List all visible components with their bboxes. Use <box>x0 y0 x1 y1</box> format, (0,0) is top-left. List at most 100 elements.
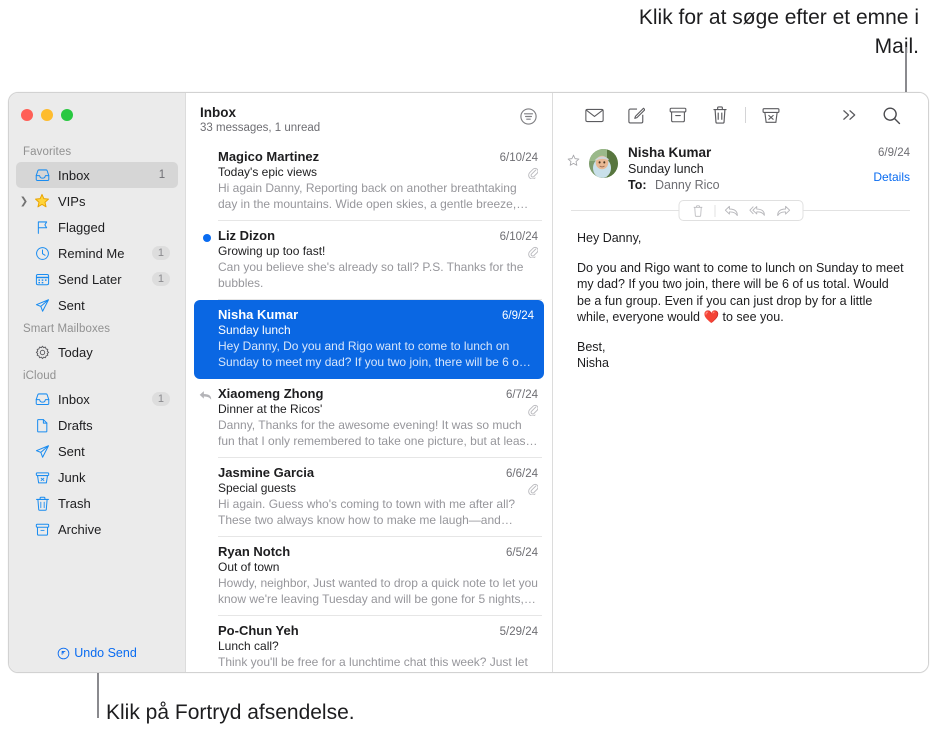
forward-icon[interactable] <box>771 201 795 220</box>
to-label: To: <box>628 178 647 192</box>
sidebar-item-archive[interactable]: Archive <box>16 516 178 542</box>
sidebar-item-junk[interactable]: Junk <box>16 464 178 490</box>
message-list-item[interactable]: Po-Chun Yeh 5/29/24 Lunch call? Think yo… <box>186 616 552 672</box>
message-sender: Nisha Kumar <box>218 307 299 322</box>
zoom-button[interactable] <box>61 109 73 121</box>
undo-arrow-icon <box>57 647 70 660</box>
message-preview: Howdy, neighbor, Just wanted to drop a q… <box>218 576 538 606</box>
attachment-icon <box>527 403 538 416</box>
callout-undo-send-text: Klik på Fortryd afsendelse. <box>106 701 355 724</box>
message-sender: Jasmine Garcia <box>218 465 315 480</box>
sidebar-section-heading: iCloud <box>23 370 57 382</box>
chevron-right-icon[interactable]: ❯ <box>18 196 30 207</box>
message-preview: Can you believe she's already so tall? P… <box>218 260 524 290</box>
gear-icon <box>32 345 52 360</box>
mailbox-title: Inbox <box>200 105 236 120</box>
message-sender: Xiaomeng Zhong <box>218 386 324 401</box>
undo-send-label: Undo Send <box>74 646 137 660</box>
message-body: Hey Danny, Do you and Rigo want to come … <box>553 220 928 372</box>
sidebar-item-label: Today <box>58 344 93 360</box>
message-list-item[interactable]: Magico Martinez 6/10/24 Today's epic vie… <box>186 142 552 221</box>
junk-icon[interactable] <box>750 102 792 128</box>
body-signature: Best, Nisha <box>577 339 906 372</box>
message-preview: Hey Danny, Do you and Rigo want to come … <box>218 339 523 369</box>
sidebar-item-flagged[interactable]: Flagged <box>16 214 178 240</box>
reply-all-icon[interactable] <box>745 201 769 220</box>
star-outline-icon[interactable] <box>567 145 587 172</box>
message-list-item[interactable]: Liz Dizon 6/10/24 Growing up too fast! C… <box>186 221 552 300</box>
body-paragraph: Do you and Rigo want to come to lunch on… <box>577 260 906 326</box>
sidebar-sections: Favorites Inbox 1 ❯ VIPs Flagged Remind Me 1 Sen… <box>9 133 185 646</box>
toolbar-divider <box>745 107 746 123</box>
sidebar-section-heading: Favorites <box>23 146 72 158</box>
quick-actions-pill <box>678 200 803 221</box>
sidebar-item-drafts[interactable]: Drafts <box>16 412 178 438</box>
sidebar: Favorites Inbox 1 ❯ VIPs Flagged Remind Me 1 Sen… <box>9 93 185 672</box>
message-date: 5/29/24 <box>499 626 538 638</box>
message-preview: Think you'll be free for a lunchtime cha… <box>218 655 535 672</box>
window-controls <box>9 93 185 133</box>
attachment-icon <box>527 166 538 179</box>
sidebar-section-heading: Smart Mailboxes <box>23 323 111 335</box>
mail-window: Favorites Inbox 1 ❯ VIPs Flagged Remind Me 1 Sen… <box>8 92 929 673</box>
mark-unread-icon[interactable] <box>573 102 615 128</box>
archive-icon[interactable] <box>657 102 699 128</box>
attachment-icon <box>527 482 538 495</box>
compose-icon[interactable] <box>615 102 657 128</box>
sidebar-item-label: Trash <box>58 495 91 511</box>
message-subject: Lunch call? <box>218 639 279 653</box>
sidebar-item-label: VIPs <box>58 193 86 209</box>
reply-icon[interactable] <box>719 201 743 220</box>
trash-icon <box>32 496 52 511</box>
message-list-item[interactable]: Ryan Notch 6/5/24 Out of town Howdy, nei… <box>186 537 552 616</box>
sidebar-item-remind-me[interactable]: Remind Me 1 <box>16 240 178 266</box>
sidebar-item-count: 1 <box>151 392 170 406</box>
message-subject: Growing up too fast! <box>218 244 326 258</box>
search-icon[interactable] <box>870 102 912 128</box>
callout-search-text: Klik for at søge efter et emne i Mail. <box>638 6 919 58</box>
sidebar-item-sent[interactable]: Sent <box>16 292 178 318</box>
message-preview: Hi again Danny, Reporting back on anothe… <box>218 181 517 211</box>
minimize-button[interactable] <box>41 109 53 121</box>
star-icon <box>32 193 52 209</box>
archive-box-icon <box>32 522 52 537</box>
message-list-item[interactable]: Jasmine Garcia 6/6/24 Special guests Hi … <box>186 458 552 537</box>
message-header: Nisha Kumar Sunday lunch To: Danny Rico … <box>553 137 928 194</box>
clock-icon <box>32 246 52 261</box>
message-date: 6/9/24 <box>878 147 910 159</box>
undo-send-button[interactable]: Undo Send <box>9 646 185 672</box>
details-link[interactable]: Details <box>873 170 910 184</box>
sidebar-item-inbox[interactable]: Inbox 1 <box>16 386 178 412</box>
sender-avatar <box>589 149 618 178</box>
message-preview: Hi again. Guess who's coming to town wit… <box>218 497 516 527</box>
sign-name: Nisha <box>577 356 609 370</box>
message-subject: Sunday lunch <box>218 323 291 337</box>
sidebar-item-today[interactable]: Today <box>16 339 178 365</box>
delete-message-icon[interactable] <box>686 201 710 220</box>
unread-indicator-icon <box>203 234 211 242</box>
message-sender: Po-Chun Yeh <box>218 623 299 638</box>
filter-icon[interactable] <box>519 107 538 131</box>
message-subject: Out of town <box>218 560 280 574</box>
sidebar-item-send-later[interactable]: Send Later 1 <box>16 266 178 292</box>
more-chevrons-icon[interactable] <box>828 102 870 128</box>
heart-emoji-icon: ❤️ <box>703 310 720 324</box>
message-list-item[interactable]: Xiaomeng Zhong 6/7/24 Dinner at the Rico… <box>186 379 552 458</box>
sidebar-item-vips[interactable]: ❯ VIPs <box>16 188 178 214</box>
message-list-header: Inbox 33 messages, 1 unread <box>186 93 552 142</box>
sidebar-item-label: Remind Me <box>58 245 125 261</box>
message-sender: Liz Dizon <box>218 228 276 243</box>
message-subject: Special guests <box>218 481 297 495</box>
delete-icon[interactable] <box>699 102 741 128</box>
sidebar-item-label: Archive <box>58 521 102 537</box>
message-list-item[interactable]: Nisha Kumar 6/9/24 Sunday lunch Hey Dann… <box>194 300 544 379</box>
sidebar-item-inbox[interactable]: Inbox 1 <box>16 162 178 188</box>
sidebar-item-sent[interactable]: Sent <box>16 438 178 464</box>
sidebar-item-trash[interactable]: Trash <box>16 490 178 516</box>
close-button[interactable] <box>21 109 33 121</box>
sender-name: Nisha Kumar <box>628 145 712 160</box>
body-paragraph-post: to see you. <box>719 310 784 324</box>
paper-plane-icon <box>32 444 52 459</box>
message-actions-row <box>571 200 910 221</box>
reading-pane: Nisha Kumar Sunday lunch To: Danny Rico … <box>553 93 928 672</box>
